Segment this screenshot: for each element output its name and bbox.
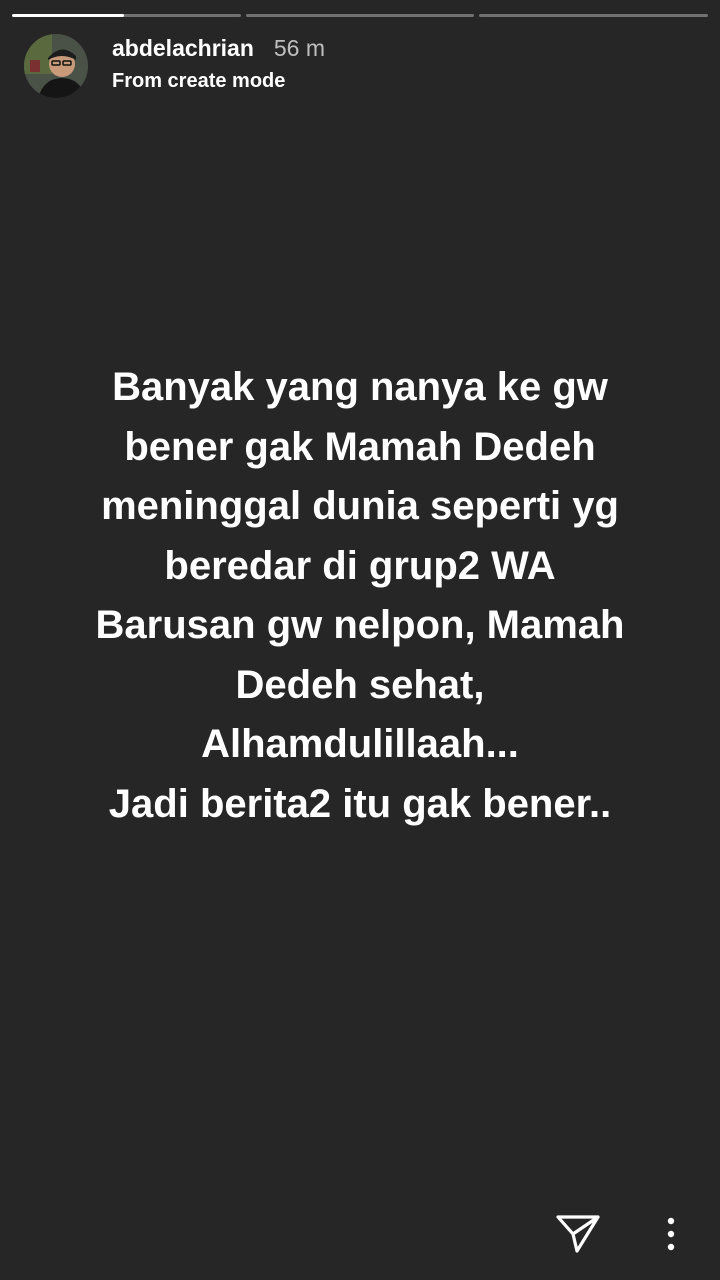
story-source-label: From create mode	[112, 70, 286, 92]
caption-line: meninggal dunia seperti yg	[101, 484, 619, 528]
caption-line: Jadi berita2 itu gak bener..	[108, 781, 612, 826]
story-viewer[interactable]: abdelachrian 56 m From create mode Banya…	[0, 0, 720, 1280]
caption-line: beredar di grup2 WA	[164, 543, 556, 588]
caption-line: Banyak yang nanya ke gw	[112, 365, 608, 409]
caption-line: bener gak Mamah Dedeh	[124, 424, 596, 469]
vertical-dots-icon	[667, 1217, 675, 1251]
story-meta: abdelachrian 56 m From create mode	[112, 35, 325, 93]
progress-segment-1	[12, 14, 241, 17]
paper-plane-icon	[556, 1215, 600, 1253]
more-options-button[interactable]	[646, 1206, 696, 1262]
avatar[interactable]	[24, 34, 88, 98]
avatar-photo	[24, 34, 88, 98]
progress-segment-2	[245, 14, 475, 17]
story-caption: Banyak yang nanya ke gw bener gak Mamah …	[30, 358, 690, 834]
story-meta-line: abdelachrian 56 m	[112, 35, 325, 62]
story-progress-bar	[12, 14, 709, 17]
username[interactable]: abdelachrian	[112, 35, 254, 62]
share-button[interactable]	[548, 1206, 608, 1262]
caption-line: Alhamdulillaah...	[201, 722, 519, 766]
caption-line: Dedeh sehat,	[235, 662, 485, 707]
story-header: abdelachrian 56 m From create mode	[24, 34, 325, 98]
progress-fill-1	[12, 14, 125, 17]
progress-segment-3	[479, 14, 709, 17]
timestamp: 56 m	[273, 35, 326, 61]
caption-line: Barusan gw nelpon, Mamah	[95, 603, 625, 647]
